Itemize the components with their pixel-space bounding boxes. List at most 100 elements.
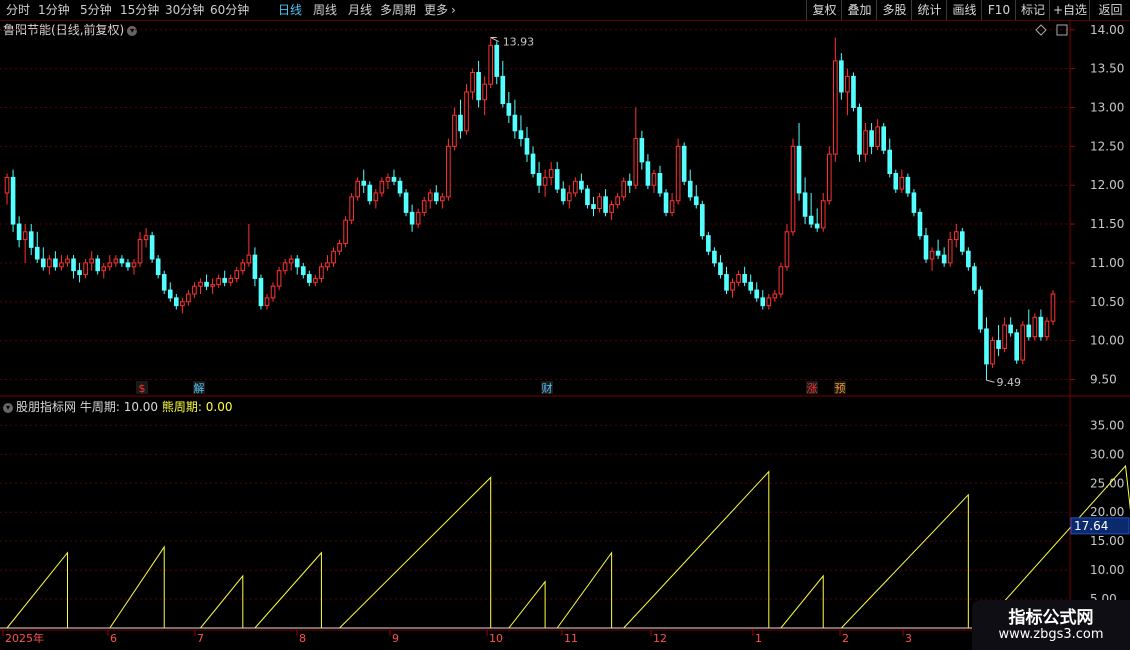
candle-body (427, 192, 433, 202)
candle (978, 286, 983, 333)
price-tick-label: 10.00 (1090, 334, 1124, 348)
candle-body (941, 254, 947, 264)
candle-body (560, 188, 566, 202)
candle-body (107, 262, 113, 268)
candle-body (869, 130, 874, 147)
candle (34, 231, 40, 263)
price-tick-label: 9.50 (1090, 372, 1117, 386)
price-tick-label: 11.00 (1090, 256, 1124, 270)
candle (663, 189, 669, 217)
candle-body (585, 188, 590, 206)
candle (355, 177, 361, 201)
candle (476, 60, 481, 108)
candle (288, 255, 294, 271)
candle (875, 119, 880, 151)
price-tick-label: 13.50 (1090, 62, 1124, 76)
candle-body (343, 219, 348, 244)
candle (518, 115, 524, 147)
candle-body (83, 262, 88, 276)
candle-body (433, 192, 439, 202)
candle (186, 290, 191, 306)
event-marker-0: $ (139, 382, 146, 395)
candle (893, 169, 899, 193)
candle-body (923, 235, 929, 260)
candle-body (536, 173, 542, 186)
candle-body (524, 138, 530, 155)
candle-body (845, 75, 850, 93)
candle-body (826, 153, 832, 202)
candle (863, 123, 868, 162)
candle (210, 278, 215, 294)
candle-body (355, 180, 361, 198)
candle (294, 255, 300, 275)
candle (433, 185, 439, 205)
candle (845, 68, 850, 116)
candle (542, 169, 548, 197)
candle (833, 37, 838, 162)
candle-body (113, 258, 119, 264)
candle-body (712, 250, 717, 264)
candle (579, 173, 584, 193)
event-marker-4: 预 (835, 382, 846, 395)
candle-body (754, 289, 760, 299)
candle-body (409, 211, 415, 225)
candle (851, 72, 856, 112)
indicator-tick-label: 15.00 (1090, 534, 1124, 548)
candle (367, 181, 373, 205)
candle-body (657, 173, 663, 194)
candle-body (663, 192, 669, 213)
candle-body (192, 285, 197, 295)
candle (131, 259, 137, 275)
candle (627, 173, 633, 193)
candle (524, 126, 530, 162)
candle (645, 154, 651, 190)
candle (198, 278, 203, 294)
time-label: 12 (653, 632, 667, 645)
candle (319, 262, 324, 283)
candle (548, 161, 554, 186)
candle (10, 169, 16, 232)
candle (657, 165, 663, 197)
candle-body (143, 235, 149, 241)
candle (173, 293, 179, 310)
candle-body (633, 138, 639, 186)
candle (681, 142, 687, 186)
candle (923, 227, 929, 263)
candle (687, 169, 693, 201)
event-marker-1: 解 (194, 381, 205, 395)
candle-body (494, 44, 500, 77)
candle (494, 41, 500, 85)
candle-body (548, 169, 554, 178)
candle (349, 192, 354, 225)
time-label: 7 (197, 632, 204, 645)
candle (808, 192, 814, 228)
candle (814, 208, 820, 232)
candle (772, 290, 778, 302)
candle (282, 259, 288, 275)
candle (972, 262, 977, 294)
candle (512, 99, 518, 139)
candle-body (367, 184, 373, 202)
candle (669, 192, 675, 217)
candle (361, 169, 367, 193)
candle-body (651, 173, 657, 186)
candle (28, 224, 34, 256)
candle-body (385, 176, 391, 182)
candle-body (167, 289, 173, 299)
candle (258, 274, 264, 310)
candle (506, 91, 512, 124)
candle-body (996, 340, 1001, 349)
candle (820, 192, 826, 232)
candle-body (313, 277, 318, 283)
indicator-tick-label: 35.00 (1090, 418, 1124, 432)
time-label: 9 (392, 632, 399, 645)
candle (639, 130, 645, 170)
candle-body (349, 196, 354, 221)
candle-body (784, 231, 790, 268)
candle-body (512, 114, 518, 132)
candle (1050, 290, 1056, 326)
candle (959, 227, 965, 256)
candle (966, 247, 971, 271)
candle (566, 185, 572, 209)
indicator-tick-label: 10.00 (1090, 563, 1124, 577)
